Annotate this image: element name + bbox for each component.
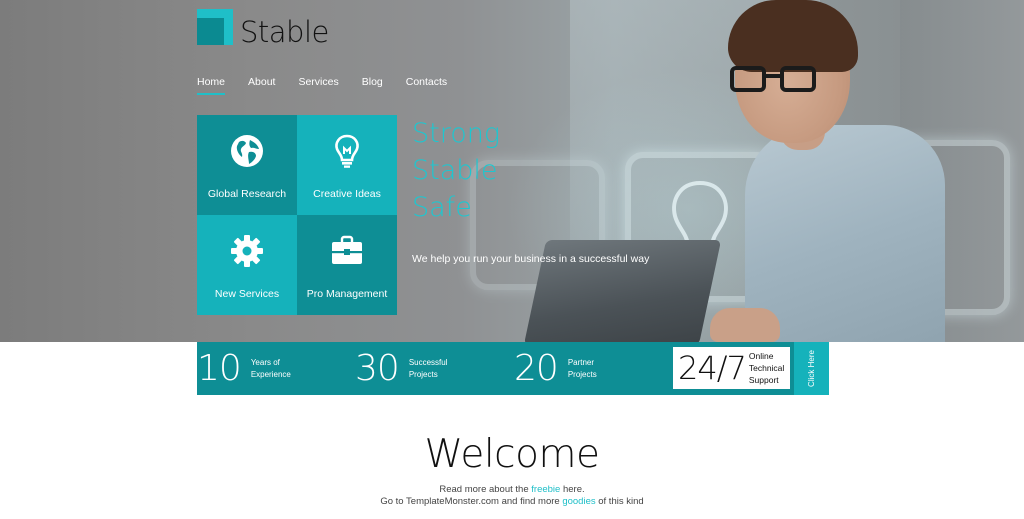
support-box: 24/7 Online Technical Support bbox=[673, 347, 790, 389]
logo-text: Stable bbox=[240, 15, 329, 49]
nav-home[interactable]: Home bbox=[197, 76, 226, 95]
text: Go to TemplateMonster.com and find more bbox=[380, 496, 563, 507]
text: of this kind bbox=[595, 496, 644, 507]
gear-icon bbox=[230, 234, 264, 268]
nav-contacts[interactable]: Contacts bbox=[406, 76, 447, 95]
headline-line: Stable bbox=[412, 155, 498, 186]
tile-creative-ideas[interactable]: Creative Ideas bbox=[297, 115, 397, 215]
headline-line: Strong bbox=[412, 118, 501, 149]
stat-years: 10 Years of Experience bbox=[197, 342, 311, 395]
hero-banner bbox=[0, 0, 1024, 342]
briefcase-icon bbox=[330, 234, 364, 268]
stat-number: 20 bbox=[514, 348, 559, 389]
site-logo[interactable]: Stable bbox=[197, 9, 329, 49]
goodies-link[interactable]: goodies bbox=[562, 496, 595, 507]
stat-label: Years of Experience bbox=[250, 357, 291, 379]
tile-label: Creative Ideas bbox=[313, 188, 381, 200]
hand bbox=[710, 308, 780, 342]
tile-pro-management[interactable]: Pro Management bbox=[297, 215, 397, 315]
nav-blog[interactable]: Blog bbox=[362, 76, 383, 95]
welcome-text: Read more about the freebie here. Go to … bbox=[0, 484, 1024, 508]
lightbulb-icon bbox=[330, 134, 364, 168]
tile-label: Global Research bbox=[207, 188, 287, 200]
tile-new-services[interactable]: New Services bbox=[197, 215, 297, 315]
text: here. bbox=[560, 484, 585, 495]
freebie-link[interactable]: freebie bbox=[531, 484, 560, 495]
welcome-title: Welcome bbox=[424, 432, 600, 477]
tile-global-research[interactable]: Global Research bbox=[197, 115, 297, 215]
support-number: 24/7 bbox=[678, 349, 747, 387]
nav-services[interactable]: Services bbox=[298, 76, 338, 95]
stat-label: Successful Projects bbox=[408, 357, 448, 379]
tile-label: Pro Management bbox=[306, 288, 388, 300]
stat-number: 30 bbox=[355, 348, 400, 389]
main-navigation: Home About Services Blog Contacts bbox=[197, 76, 470, 95]
headline-line: Safe bbox=[412, 192, 472, 223]
globe-icon bbox=[230, 134, 264, 168]
logo-mark bbox=[197, 9, 233, 45]
click-here-button[interactable]: Click Here bbox=[794, 342, 829, 395]
welcome-line-1: Read more about the freebie here. bbox=[0, 484, 1024, 496]
welcome-line-2: Go to TemplateMonster.com and find more … bbox=[0, 496, 1024, 508]
hero-headline: Strong Stable Safe bbox=[412, 115, 500, 226]
click-here-label: Click Here bbox=[807, 350, 816, 387]
stat-label: Partner Projects bbox=[567, 357, 597, 379]
stat-number: 10 bbox=[197, 348, 242, 389]
stat-partners: 20 Partner Projects bbox=[514, 342, 628, 395]
businessman-photo bbox=[640, 0, 945, 342]
stats-bar: 10 Years of Experience 30 Successful Pro… bbox=[197, 342, 829, 395]
text: Read more about the bbox=[439, 484, 532, 495]
hero-tagline: We help you run your business in a succe… bbox=[412, 253, 650, 265]
support-label: Online Technical Support bbox=[748, 351, 785, 385]
nav-about[interactable]: About bbox=[248, 76, 275, 95]
tile-label: New Services bbox=[214, 288, 280, 300]
feature-tiles: Global Research Creative Ideas New Servi… bbox=[197, 115, 397, 315]
stat-projects: 30 Successful Projects bbox=[355, 342, 469, 395]
